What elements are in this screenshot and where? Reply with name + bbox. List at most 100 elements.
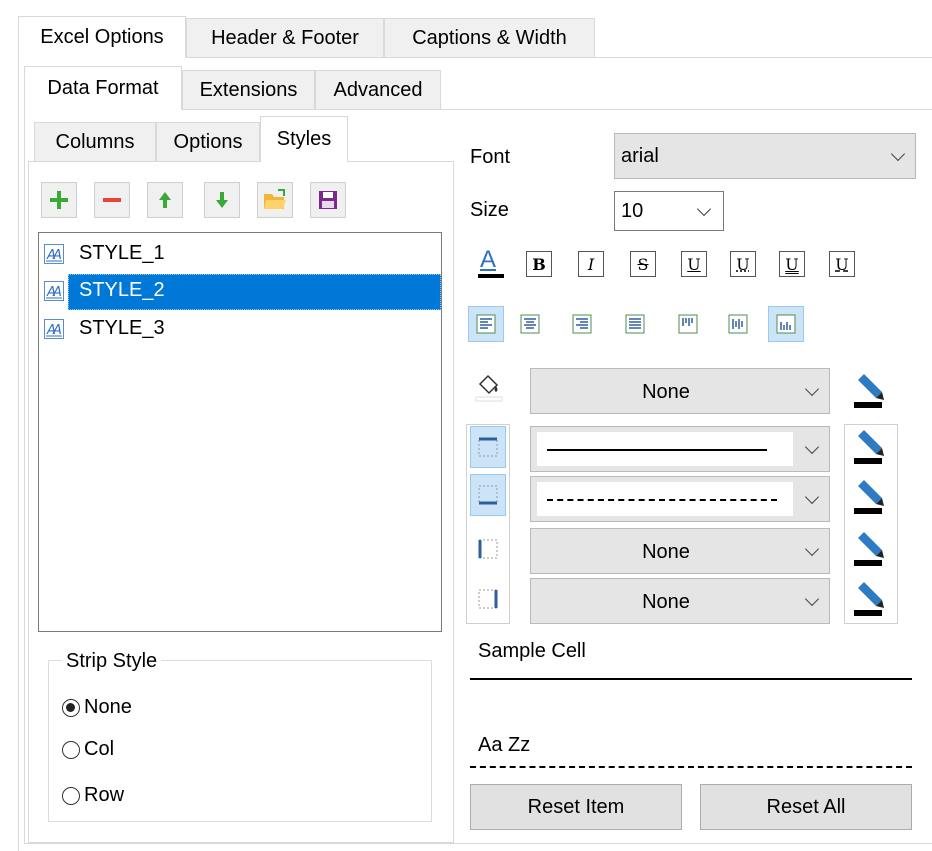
underline-double-accounting-button[interactable]: U bbox=[829, 251, 855, 277]
tab-excel-options[interactable]: Excel Options bbox=[18, 16, 186, 58]
border-left-icon bbox=[478, 539, 498, 559]
valign-center-icon bbox=[728, 314, 748, 334]
border-top-icon bbox=[478, 437, 498, 457]
italic-label: I bbox=[587, 254, 595, 274]
reset-item-button[interactable]: Reset Item bbox=[470, 784, 682, 830]
font-color-button[interactable]: A bbox=[476, 246, 506, 280]
chevron-down-icon bbox=[804, 439, 820, 455]
underline-accounting-button[interactable]: U bbox=[730, 251, 756, 277]
list-item-label: STYLE_2 bbox=[79, 279, 165, 301]
minus-icon bbox=[103, 198, 121, 202]
font-label: Font bbox=[470, 146, 511, 168]
remove-style-button[interactable] bbox=[94, 182, 130, 218]
border-right-toggle[interactable] bbox=[470, 578, 506, 620]
border-bottom-color-pen-icon[interactable] bbox=[852, 478, 884, 516]
chevron-down-icon bbox=[890, 146, 906, 162]
font-color-bar bbox=[478, 274, 504, 278]
tab-data-format[interactable]: Data Format bbox=[24, 66, 182, 110]
fill-select[interactable]: None bbox=[530, 368, 830, 414]
open-style-button[interactable] bbox=[257, 182, 293, 218]
tab-extensions[interactable]: Extensions bbox=[182, 70, 315, 110]
radio-col[interactable] bbox=[62, 741, 80, 759]
align-right-button[interactable] bbox=[564, 306, 600, 342]
border-top-color-pen-icon[interactable] bbox=[852, 428, 884, 466]
underline-label: U bbox=[785, 254, 799, 274]
border-right-icon bbox=[478, 589, 498, 609]
valign-top-button[interactable] bbox=[670, 306, 706, 342]
border-left-select[interactable]: None bbox=[530, 528, 830, 574]
fill-bucket-icon bbox=[474, 372, 504, 402]
radio-label: Col bbox=[84, 738, 115, 760]
valign-bottom-button[interactable] bbox=[768, 306, 804, 342]
tab-styles[interactable]: Styles bbox=[260, 116, 348, 162]
align-center-icon bbox=[520, 314, 540, 334]
border-top-select[interactable] bbox=[530, 426, 830, 472]
strip-none-option[interactable]: None bbox=[62, 696, 182, 720]
font-select[interactable]: arial bbox=[614, 133, 916, 179]
fill-color-pen-icon[interactable] bbox=[852, 372, 884, 410]
strip-row-option[interactable]: Row bbox=[62, 784, 182, 808]
tab-label: Columns bbox=[55, 130, 135, 153]
style-icon: AA bbox=[44, 244, 64, 264]
strip-col-option[interactable]: Col bbox=[62, 738, 182, 762]
radio-row[interactable] bbox=[62, 787, 80, 805]
sub-tab-line bbox=[182, 109, 932, 110]
tab-label: Excel Options bbox=[40, 26, 164, 48]
fill-value: None bbox=[642, 381, 690, 403]
list-item[interactable]: AA STYLE_3 bbox=[41, 312, 441, 348]
underline-single-button[interactable]: U bbox=[681, 251, 707, 277]
border-right-select[interactable]: None bbox=[530, 578, 830, 624]
align-left-icon bbox=[476, 314, 496, 334]
line-dashed-preview bbox=[537, 482, 793, 516]
strikeout-button[interactable]: S bbox=[630, 251, 656, 277]
style-icon: AA bbox=[44, 319, 64, 339]
underline-label: U bbox=[736, 254, 750, 274]
save-style-button[interactable] bbox=[310, 182, 346, 218]
tab-label: Captions & Width bbox=[412, 26, 567, 49]
font-value: arial bbox=[621, 145, 659, 167]
reset-item-label: Reset Item bbox=[527, 795, 625, 818]
tab-columns[interactable]: Columns bbox=[34, 122, 156, 162]
sample-cell-preview: Aa Zz bbox=[470, 668, 912, 774]
list-item-selected[interactable]: AA STYLE_2 bbox=[41, 274, 441, 310]
border-bottom-select[interactable] bbox=[530, 476, 830, 522]
line-solid-preview bbox=[537, 432, 793, 466]
align-center-button[interactable] bbox=[512, 306, 548, 342]
tab-label: Options bbox=[173, 130, 243, 153]
move-down-button[interactable] bbox=[204, 182, 240, 218]
tab-options[interactable]: Options bbox=[156, 122, 260, 162]
align-justify-button[interactable] bbox=[617, 306, 653, 342]
radio-none[interactable] bbox=[62, 699, 80, 717]
tab-advanced[interactable]: Advanced bbox=[315, 70, 441, 110]
tab-captions-width[interactable]: Captions & Width bbox=[384, 18, 595, 58]
style-icon: AA bbox=[44, 281, 64, 301]
border-left-color-pen-icon[interactable] bbox=[852, 530, 884, 568]
sample-text: Aa Zz bbox=[478, 734, 531, 756]
list-item[interactable]: AA STYLE_1 bbox=[41, 237, 441, 273]
plus-icon bbox=[50, 191, 68, 209]
valign-top-icon bbox=[678, 314, 698, 334]
bold-button[interactable]: B bbox=[526, 251, 552, 277]
radio-label: None bbox=[84, 696, 132, 718]
border-left-toggle[interactable] bbox=[470, 528, 506, 570]
border-bottom-toggle[interactable] bbox=[470, 474, 506, 516]
reset-all-button[interactable]: Reset All bbox=[700, 784, 912, 830]
valign-center-button[interactable] bbox=[720, 306, 756, 342]
reset-all-label: Reset All bbox=[766, 795, 846, 818]
radio-label: Row bbox=[84, 784, 125, 806]
tab-header-footer[interactable]: Header & Footer bbox=[186, 18, 384, 58]
sample-cell-label: Sample Cell bbox=[478, 640, 586, 662]
border-top-toggle[interactable] bbox=[470, 426, 506, 468]
sample-top-border bbox=[470, 678, 912, 680]
move-up-button[interactable] bbox=[147, 182, 183, 218]
folder-open-icon bbox=[264, 189, 286, 209]
size-select[interactable]: 10 bbox=[614, 191, 724, 231]
add-style-button[interactable] bbox=[41, 182, 77, 218]
dashed-line bbox=[547, 499, 777, 501]
italic-button[interactable]: I bbox=[578, 251, 604, 277]
align-left-button[interactable] bbox=[468, 306, 504, 342]
border-right-color-pen-icon[interactable] bbox=[852, 580, 884, 618]
underline-double-button[interactable]: U bbox=[779, 251, 805, 277]
font-color-glyph: A bbox=[480, 246, 497, 273]
chevron-down-icon bbox=[804, 591, 820, 607]
